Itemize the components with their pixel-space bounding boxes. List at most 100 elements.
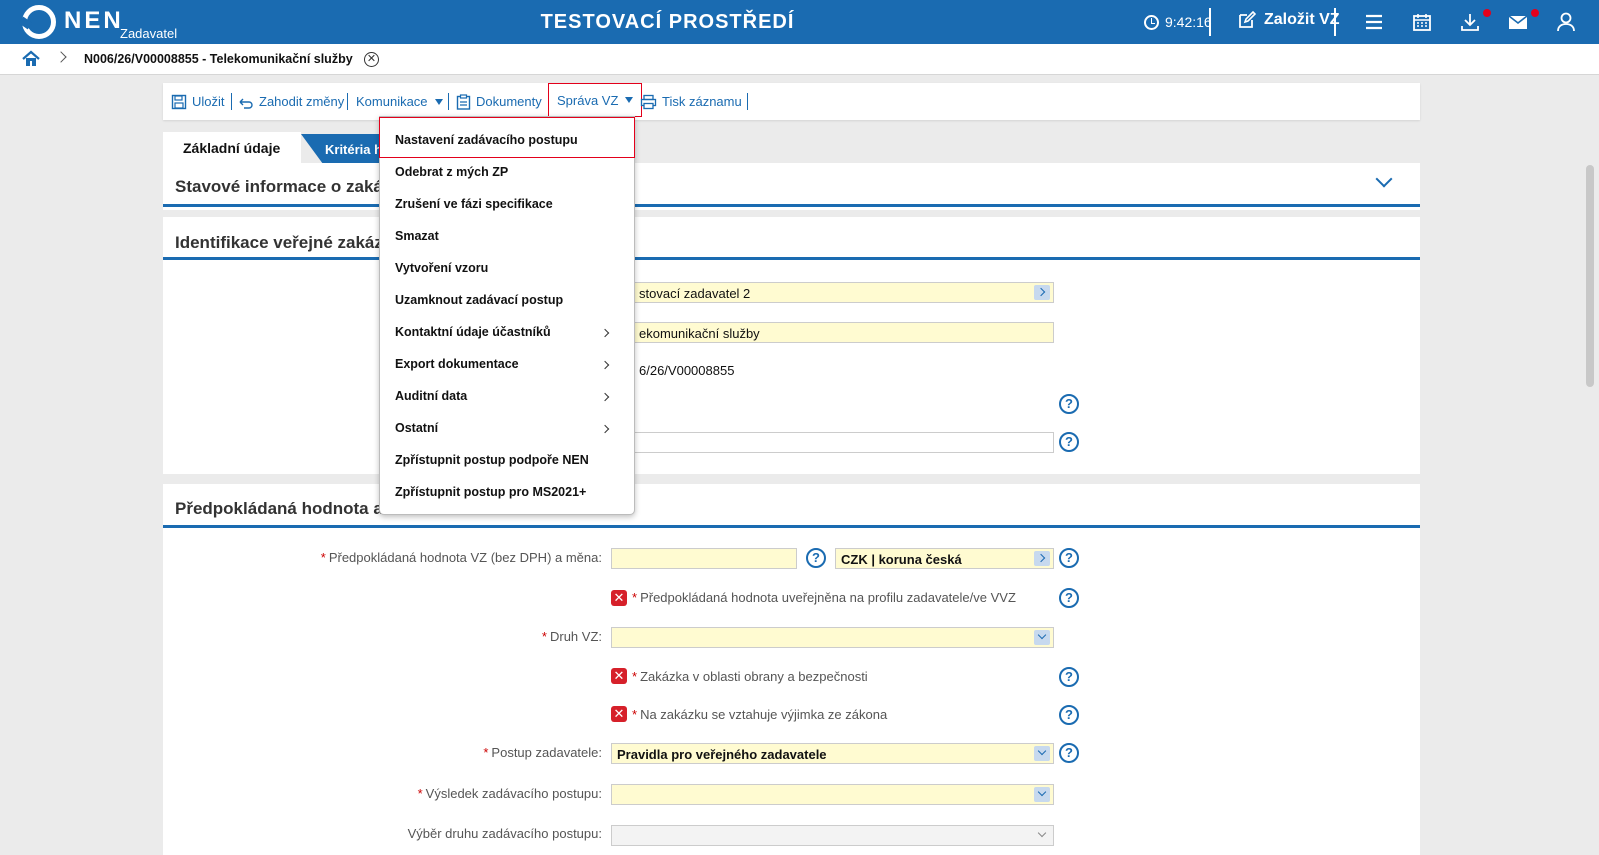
unchecked-checkbox[interactable]: ✕ [611, 590, 627, 606]
menu-item-audit-data[interactable]: Auditní data [395, 389, 467, 403]
toolbar-divider [448, 93, 449, 110]
published-checkbox-label: * Předpokládaná hodnota uveřejněna na pro… [632, 590, 1016, 605]
divider [1209, 8, 1211, 36]
help-icon[interactable]: ? [1059, 588, 1079, 608]
help-icon[interactable]: ? [1059, 743, 1079, 763]
documents-button[interactable]: Dokumenty [456, 83, 542, 120]
help-icon[interactable]: ? [1059, 548, 1079, 568]
discard-changes-button[interactable]: Zahodit změny [238, 83, 344, 120]
estimated-value-panel: Předpokládaná hodnota a * Předpokládaná h… [163, 484, 1420, 855]
print-button[interactable]: Tisk záznamu [640, 83, 742, 120]
create-vz-label: Založit VZ [1264, 11, 1340, 28]
management-dropdown[interactable]: Správa VZ [548, 83, 643, 117]
calendar-icon[interactable] [1411, 11, 1433, 33]
status-panel-title[interactable]: Stavové informace o zaká [175, 177, 383, 197]
chevron-right-icon [600, 328, 610, 338]
selection-label: Výběr druhu zadávacího postupu: [407, 826, 602, 841]
text-field[interactable] [633, 432, 1054, 453]
home-icon[interactable] [21, 49, 41, 69]
chevron-right-icon [600, 424, 610, 434]
tab-basic-info[interactable]: Základní údaje [163, 132, 301, 164]
identification-panel: Identifikace veřejné zakáz stovací zadav… [163, 217, 1420, 474]
currency-select[interactable]: CZK | koruna česká [835, 548, 1054, 569]
session-clock: 9:42:16 [1144, 14, 1212, 30]
hamburger-menu-icon[interactable] [1363, 11, 1385, 33]
estimated-value-input[interactable] [611, 548, 797, 569]
procedure-label: * Postup zadavatele: [483, 745, 602, 760]
help-icon[interactable]: ? [1059, 432, 1079, 452]
menu-item-procedure-settings[interactable]: Nastavení zadávacího postupu [395, 133, 578, 147]
menu-item-remove-from-my[interactable]: Odebrat z mých ZP [395, 165, 508, 179]
contracting-authority-field[interactable]: stovací zadavatel 2 [633, 282, 1054, 303]
save-icon [171, 94, 187, 109]
print-label: Tisk záznamu [662, 94, 742, 109]
mail-notification-dot [1531, 9, 1539, 17]
download-icon[interactable] [1459, 11, 1481, 33]
unchecked-checkbox[interactable]: ✕ [611, 706, 627, 722]
page-scrollbar[interactable] [1586, 165, 1594, 387]
currency-value: CZK | koruna česká [841, 552, 962, 567]
exception-checkbox-label: * Na zakázku se vztahuje výjimka ze zákon… [632, 707, 888, 722]
unchecked-checkbox[interactable]: ✕ [611, 668, 627, 684]
estimated-value-label: * Předpokládaná hodnota VZ (bez DPH) a mě… [320, 550, 602, 565]
action-toolbar: Uložit Zahodit změny Komunikace Dokument… [163, 83, 1420, 120]
toolbar-divider [747, 93, 748, 110]
help-icon[interactable]: ? [806, 548, 826, 568]
chevron-right-icon[interactable] [1034, 551, 1050, 566]
menu-item-share-nen-support[interactable]: Zpřístupnit postup podpoře NEN [395, 453, 589, 467]
chevron-down-icon[interactable] [1034, 828, 1050, 843]
menu-item-create-template[interactable]: Vytvoření vzoru [395, 261, 488, 275]
management-label: Správa VZ [557, 92, 619, 108]
contracting-authority-value: stovací zadavatel 2 [639, 286, 751, 301]
clock-time: 9:42:16 [1165, 14, 1212, 30]
caret-down-icon [625, 97, 634, 103]
user-icon[interactable] [1555, 11, 1577, 33]
help-icon[interactable]: ? [1059, 705, 1079, 725]
type-select[interactable] [611, 627, 1054, 648]
menu-item-cancel-spec[interactable]: Zrušení ve fázi specifikace [395, 197, 553, 211]
mail-icon[interactable] [1507, 11, 1529, 33]
panel-underline [163, 525, 1420, 528]
save-button[interactable]: Uložit [171, 83, 225, 120]
contract-number-value: 6/26/V00008855 [639, 363, 735, 378]
chevron-down-icon[interactable] [1034, 746, 1050, 761]
panel-underline [163, 204, 1420, 207]
defense-checkbox-label: * Zakázka v oblasti obrany a bezpečnosti [632, 669, 868, 684]
chevron-right-icon [600, 392, 610, 402]
contract-name-field[interactable]: ekomunikační služby [633, 322, 1054, 343]
caret-down-icon [434, 98, 443, 105]
chevron-right-icon[interactable] [1034, 285, 1050, 300]
type-label: * Druh VZ: [541, 629, 602, 644]
result-select[interactable] [611, 784, 1054, 805]
breadcrumb-title[interactable]: N006/26/V00008855 - Telekomunikační služ… [84, 52, 353, 66]
menu-item-share-ms2021[interactable]: Zpřístupnit postup pro MS2021+ [395, 485, 586, 499]
procedure-select[interactable]: Pravidla pro veřejného zadavatele [611, 743, 1054, 764]
save-label: Uložit [192, 94, 225, 109]
menu-item-delete[interactable]: Smazat [395, 229, 439, 243]
help-icon[interactable]: ? [1059, 667, 1079, 687]
chevron-down-icon[interactable] [1034, 787, 1050, 802]
environment-title: TESTOVACÍ PROSTŘEDÍ [540, 11, 795, 33]
clock-icon [1144, 14, 1159, 30]
create-vz-button[interactable]: Založit VZ [1238, 11, 1340, 29]
procedure-value: Pravidla pro veřejného zadavatele [617, 747, 827, 762]
divider [1334, 8, 1336, 36]
undo-icon [239, 98, 253, 109]
close-icon[interactable]: ✕ [364, 52, 379, 67]
help-icon[interactable]: ? [1059, 394, 1079, 414]
chevron-down-icon[interactable] [1034, 630, 1050, 645]
identification-panel-title: Identifikace veřejné zakáz [175, 233, 383, 252]
menu-item-lock-procedure[interactable]: Uzamknout zadávací postup [395, 293, 563, 307]
toolbar-divider [231, 93, 232, 110]
top-bar: NEN Zadavatel TESTOVACÍ PROSTŘEDÍ 9:42:1… [0, 0, 1599, 44]
menu-item-export-docs[interactable]: Export dokumentace [395, 357, 519, 371]
chevron-right-icon [600, 360, 610, 370]
communication-dropdown[interactable]: Komunikace [356, 83, 443, 120]
menu-item-contact-details[interactable]: Kontaktní údaje účastníků [395, 325, 551, 339]
communication-label: Komunikace [356, 94, 428, 109]
clipboard-icon [456, 93, 471, 110]
menu-item-other[interactable]: Ostatní [395, 421, 438, 435]
chevron-down-icon[interactable] [1375, 170, 1393, 188]
selection-select[interactable] [611, 825, 1054, 846]
result-label: * Výsledek zadávacího postupu: [417, 786, 602, 801]
